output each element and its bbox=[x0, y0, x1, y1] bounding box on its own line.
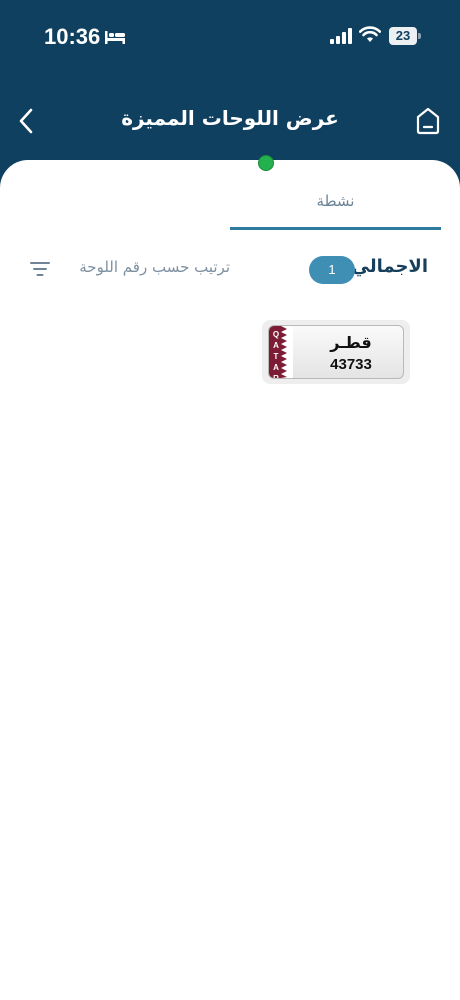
qatar-flag-icon: Q A T A R bbox=[269, 326, 293, 378]
tab-label: نشطة bbox=[316, 192, 355, 210]
total-count-badge: 1 bbox=[309, 256, 355, 284]
nav-bar: عرض اللوحات المميزة bbox=[0, 96, 460, 146]
sort-button[interactable]: ترتيب حسب رقم اللوحة bbox=[30, 258, 230, 282]
page-title: عرض اللوحات المميزة bbox=[121, 106, 339, 130]
sort-label: ترتيب حسب رقم اللوحة bbox=[79, 258, 230, 276]
plate-card[interactable]: Q A T A R قطـر 43733 bbox=[262, 320, 410, 384]
status-time: 10:36 bbox=[44, 24, 101, 49]
filter-lines-icon bbox=[30, 262, 50, 276]
back-chevron-icon[interactable] bbox=[12, 104, 42, 138]
active-status-dot bbox=[258, 155, 274, 171]
total-label: الاجمالي bbox=[351, 256, 428, 277]
battery-icon: 23 bbox=[389, 27, 421, 45]
tab-underline bbox=[230, 227, 441, 230]
home-icon[interactable] bbox=[412, 104, 444, 138]
plate-number: 43733 bbox=[330, 356, 372, 373]
content-sheet: نشطة الاجمالي 1 ترتيب حسب رقم اللوحة Q A… bbox=[0, 160, 460, 1000]
license-plate: Q A T A R قطـر 43733 bbox=[268, 325, 404, 379]
plate-country: قطـر bbox=[330, 333, 372, 352]
signal-icon bbox=[330, 28, 352, 44]
bed-icon bbox=[105, 31, 125, 44]
tab-active[interactable]: نشطة bbox=[230, 190, 441, 230]
wifi-icon bbox=[359, 26, 381, 42]
plate-flag-text: Q A T A R bbox=[272, 330, 280, 379]
status-bar: 10:36 23 bbox=[0, 0, 460, 76]
battery-level: 23 bbox=[395, 28, 411, 43]
